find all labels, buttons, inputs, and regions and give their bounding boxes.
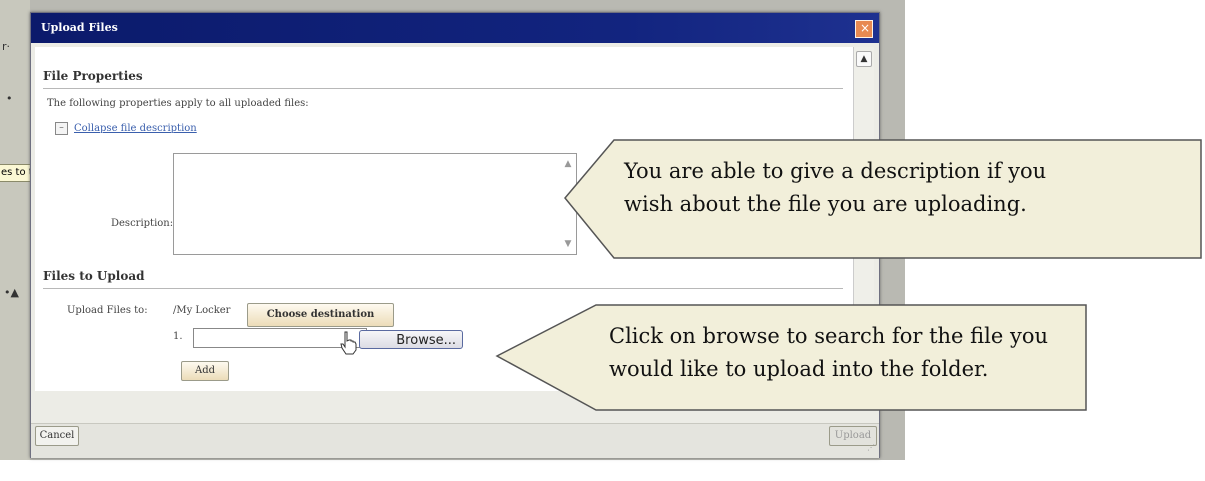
callout-line: would like to upload into the folder. [609,357,989,381]
callout-line: wish about the file you are uploading. [624,192,1027,216]
callout-description-text: You are able to give a description if yo… [624,155,1046,221]
callout-browse-text: Click on browse to search for the file y… [609,320,1048,386]
callout-layer [495,139,1202,411]
callout-line: Click on browse to search for the file y… [609,324,1049,348]
callout-line: You are able to give a description if yo… [624,159,1047,183]
